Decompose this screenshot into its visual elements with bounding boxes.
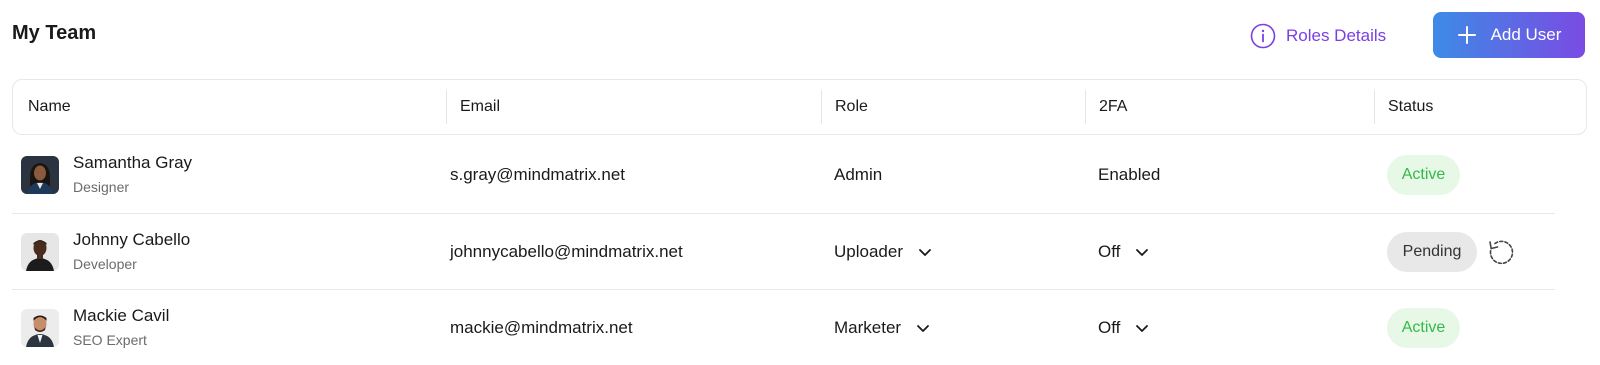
plus-icon bbox=[1457, 26, 1476, 44]
status-badge: Active bbox=[1387, 308, 1460, 348]
chevron-down-icon bbox=[1136, 249, 1149, 256]
user-job-title: Designer bbox=[73, 179, 130, 195]
avatar-woman-icon bbox=[21, 156, 59, 194]
info-icon bbox=[1250, 23, 1276, 49]
column-header-2fa[interactable]: 2FA bbox=[1099, 80, 1127, 134]
role-value: Marketer bbox=[834, 318, 902, 337]
avatar bbox=[21, 156, 59, 194]
twofa-dropdown[interactable]: Off bbox=[1098, 214, 1150, 290]
roles-details-label: Roles Details bbox=[1286, 26, 1387, 45]
user-2fa: Enabled bbox=[1098, 165, 1161, 184]
twofa-value: Off bbox=[1098, 242, 1121, 261]
table-row: Samantha Gray Designer s.gray@mindmatrix… bbox=[12, 137, 1555, 213]
chevron-down-icon bbox=[919, 249, 931, 256]
role-value: Uploader bbox=[834, 242, 903, 261]
role-dropdown[interactable]: Uploader bbox=[834, 214, 933, 290]
user-name: Johnny Cabello bbox=[73, 230, 191, 249]
column-divider bbox=[1374, 90, 1375, 124]
status-badge: Pending bbox=[1387, 232, 1477, 272]
chevron-down-icon bbox=[1136, 325, 1149, 332]
user-role: Admin bbox=[834, 165, 883, 184]
avatar bbox=[21, 233, 59, 271]
roles-details-link[interactable]: Roles Details bbox=[1250, 20, 1386, 52]
table-row: Johnny Cabello Developer johnnycabello@m… bbox=[12, 214, 1555, 290]
role-dropdown[interactable]: Marketer bbox=[834, 290, 931, 365]
user-email: mackie@mindmatrix.net bbox=[450, 318, 633, 337]
table-row: Mackie Cavil SEO Expert mackie@mindmatri… bbox=[12, 290, 1555, 365]
user-email: johnnycabello@mindmatrix.net bbox=[450, 242, 683, 261]
user-name: Mackie Cavil bbox=[73, 306, 170, 325]
add-user-button[interactable]: Add User bbox=[1433, 12, 1585, 58]
twofa-dropdown[interactable]: Off bbox=[1098, 290, 1150, 365]
user-job-title: SEO Expert bbox=[73, 332, 147, 348]
column-header-status[interactable]: Status bbox=[1388, 80, 1433, 134]
user-email: s.gray@mindmatrix.net bbox=[450, 165, 626, 184]
chevron-down-icon bbox=[917, 325, 929, 332]
resend-invite-icon[interactable] bbox=[1486, 237, 1516, 267]
avatar-man-icon bbox=[21, 233, 59, 271]
twofa-value: Off bbox=[1098, 318, 1121, 337]
page-title: My Team bbox=[12, 22, 97, 44]
status-badge: Active bbox=[1387, 155, 1460, 195]
table-header: Name Email Role 2FA Status bbox=[12, 79, 1587, 135]
avatar-man-suit-icon bbox=[21, 309, 59, 347]
user-name: Samantha Gray bbox=[73, 153, 193, 172]
column-header-name[interactable]: Name bbox=[28, 80, 71, 134]
user-job-title: Developer bbox=[73, 256, 137, 272]
column-divider bbox=[446, 90, 447, 124]
column-header-email[interactable]: Email bbox=[460, 80, 500, 134]
column-header-role[interactable]: Role bbox=[835, 80, 868, 134]
column-divider bbox=[1085, 90, 1086, 124]
column-divider bbox=[821, 90, 822, 124]
avatar bbox=[21, 309, 59, 347]
add-user-label: Add User bbox=[1490, 25, 1562, 44]
